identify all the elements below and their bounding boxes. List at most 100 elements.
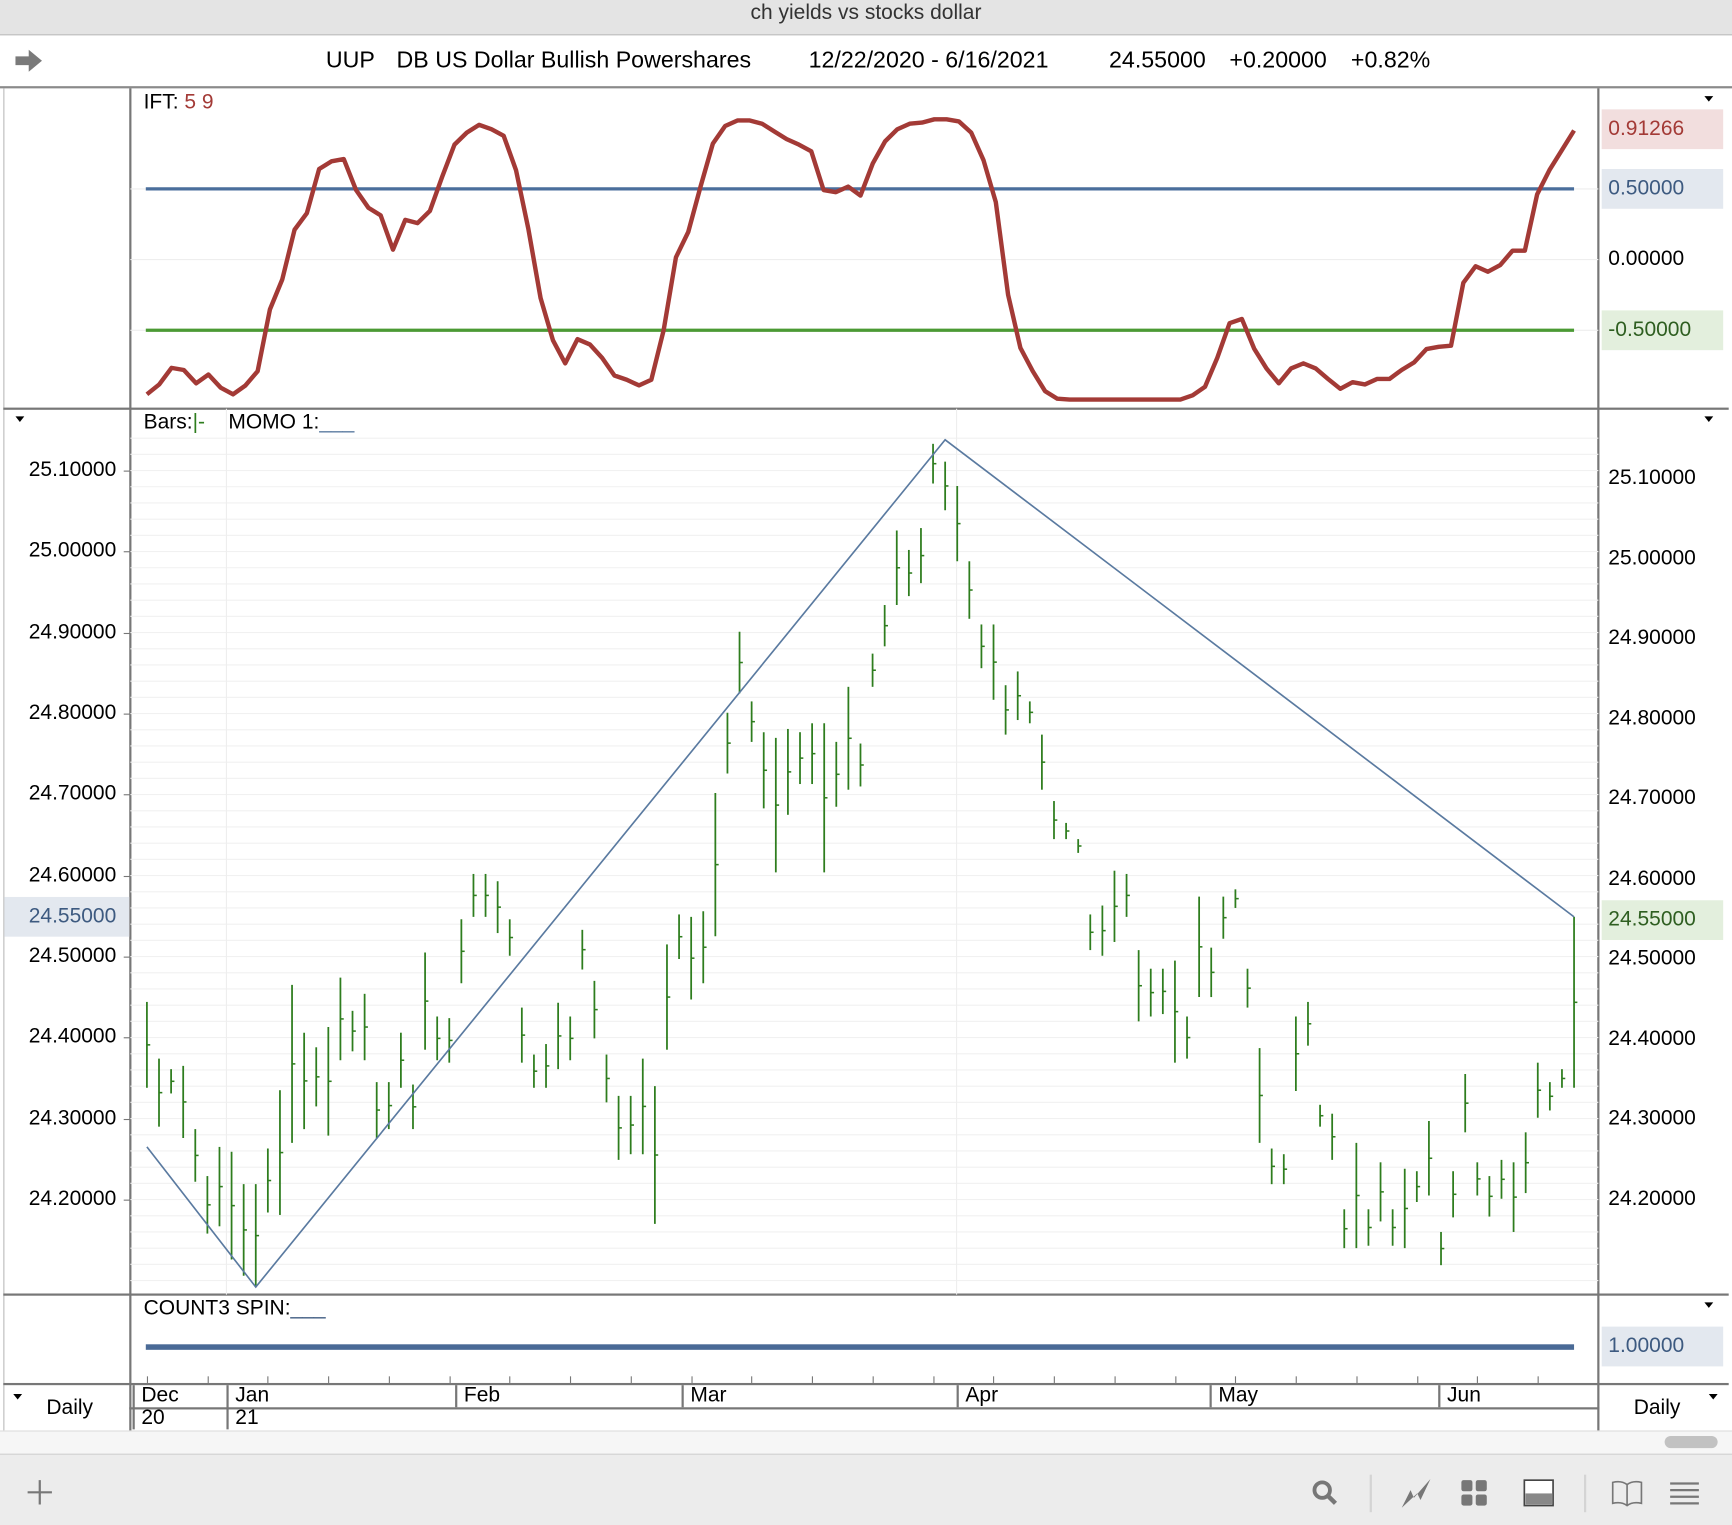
price-change: +0.20000: [1229, 47, 1327, 73]
panel-menu-icon[interactable]: [1704, 416, 1714, 422]
percent-change: +0.82%: [1350, 47, 1431, 73]
x-tick-mark: [630, 1376, 632, 1383]
x-tick-mark: [872, 1376, 874, 1383]
y-tick-right: 25.10000: [1608, 466, 1696, 490]
x-tick-mark: [933, 1376, 935, 1383]
date-axis-divider: [129, 1407, 1600, 1410]
month-name: Jan: [235, 1384, 270, 1408]
y-tick-left: 24.80000: [28, 701, 117, 725]
x-tick-mark: [1053, 1376, 1056, 1383]
y-tick-right: 24.80000: [1608, 706, 1696, 730]
momo-line: [146, 438, 1575, 1289]
tick-mark: [123, 551, 131, 553]
period-left[interactable]: Daily: [46, 1396, 93, 1420]
panel-layout-icon[interactable]: [1523, 1479, 1554, 1508]
horizontal-scrollbar[interactable]: [0, 1430, 1732, 1454]
current-price-right: 24.55000: [1601, 900, 1724, 941]
arrow-right-icon[interactable]: [13, 49, 44, 73]
period-menu-icon[interactable]: [13, 1394, 23, 1400]
x-tick-mark: [1295, 1376, 1297, 1383]
count3-line: [145, 1344, 1575, 1350]
panel-menu-icon[interactable]: [1704, 1302, 1714, 1308]
y-tick-right: 24.70000: [1608, 786, 1696, 810]
month-label: Jan 21: [226, 1384, 270, 1430]
x-tick-mark: [146, 1376, 149, 1383]
x-tick-mark: [1356, 1376, 1358, 1383]
period-menu-icon[interactable]: [1708, 1394, 1718, 1400]
x-tick-mark: [993, 1376, 995, 1383]
security-name: DB US Dollar Bullish Powershares: [396, 47, 752, 73]
y-tick-left: 24.40000: [28, 1025, 117, 1049]
month-name: Apr: [965, 1384, 999, 1408]
y-tick-left: 24.60000: [28, 863, 117, 887]
x-tick-mark: [1416, 1376, 1418, 1383]
y-tick-right: 24.90000: [1608, 626, 1696, 650]
ift-upper-level: 0.50000: [1601, 169, 1724, 209]
price-plot: [130, 408, 1599, 1295]
x-tick-mark: [328, 1376, 330, 1383]
x-tick-mark: [812, 1376, 814, 1383]
y-tick-left: 24.20000: [28, 1187, 117, 1211]
symbol-header: UUP DB US Dollar Bullish Powershares 12/…: [0, 35, 1732, 89]
current-price-left: 24.55000: [4, 896, 130, 937]
month-label: Apr: [956, 1384, 999, 1408]
y-tick-left: 25.00000: [28, 539, 117, 563]
x-tick-mark: [1114, 1376, 1116, 1383]
tick-mark: [123, 794, 131, 796]
window-title: ch yields vs stocks dollar: [0, 0, 1732, 36]
grid-layout-icon[interactable]: [1460, 1479, 1489, 1508]
y-tick-right: 24.50000: [1608, 947, 1696, 971]
last-price: 24.55000: [1109, 47, 1206, 73]
toolbar-separator: [1583, 1474, 1587, 1513]
period-right[interactable]: Daily: [1634, 1396, 1681, 1420]
y-tick-right: 24.40000: [1608, 1027, 1696, 1051]
tick-mark: [123, 1199, 131, 1201]
chart-line-icon[interactable]: [1400, 1477, 1433, 1510]
x-tick-mark: [570, 1376, 572, 1383]
y-tick-left: 24.70000: [28, 782, 117, 806]
count3-label: COUNT3 SPIN:: [143, 1296, 291, 1320]
bottom-toolbar: [0, 1453, 1732, 1525]
month-name: Jun: [1447, 1384, 1481, 1408]
y-tick-left: 24.30000: [28, 1106, 117, 1130]
symbol: UUP: [325, 47, 375, 73]
panel-menu-icon[interactable]: [15, 416, 25, 422]
menu-list-icon[interactable]: [1669, 1481, 1700, 1505]
y-tick-right: 24.30000: [1608, 1107, 1696, 1131]
add-icon[interactable]: [27, 1479, 54, 1506]
x-tick-mark: [449, 1376, 451, 1383]
x-tick-mark: [691, 1376, 693, 1383]
ift-lower-level: -0.50000: [1601, 310, 1724, 351]
ift-current-value: 0.91266: [1601, 109, 1724, 150]
tick-mark: [123, 1037, 131, 1039]
month-name: Dec: [141, 1384, 179, 1408]
book-icon[interactable]: [1611, 1479, 1644, 1508]
month-label: Dec 20: [132, 1384, 179, 1430]
x-tick-mark: [1477, 1376, 1479, 1383]
search-icon[interactable]: [1311, 1479, 1340, 1508]
tick-mark: [123, 1118, 131, 1120]
scrollbar-thumb[interactable]: [1664, 1435, 1718, 1449]
x-tick-mark: [1235, 1376, 1237, 1383]
x-tick-mark: [1174, 1376, 1177, 1383]
year-label: 21: [235, 1406, 259, 1430]
x-tick-mark: [1537, 1376, 1539, 1383]
toolbar-separator: [1369, 1474, 1372, 1513]
y-tick-left: 24.50000: [28, 944, 117, 968]
y-tick-left: 24.90000: [28, 620, 117, 644]
chart-window: ch yields vs stocks dollar UUP DB US Dol…: [0, 0, 1732, 1525]
month-label: Feb: [455, 1385, 500, 1408]
y-tick-right: 25.00000: [1608, 546, 1696, 570]
tick-mark: [123, 470, 131, 472]
panel-menu-icon[interactable]: [1704, 96, 1714, 102]
ift-plot: [130, 117, 1599, 402]
date-range: 12/22/2020 - 6/16/2021: [808, 47, 1049, 73]
y-tick-left: 25.10000: [28, 458, 117, 482]
month-label: May: [1209, 1385, 1258, 1408]
x-tick-mark: [267, 1376, 269, 1383]
tick-mark: [123, 956, 131, 958]
ift-zero-level: 0.00000: [1608, 247, 1685, 271]
left-edge: [3, 88, 5, 1431]
tick-mark: [123, 632, 131, 634]
count3-value: 1.00000: [1601, 1326, 1724, 1367]
